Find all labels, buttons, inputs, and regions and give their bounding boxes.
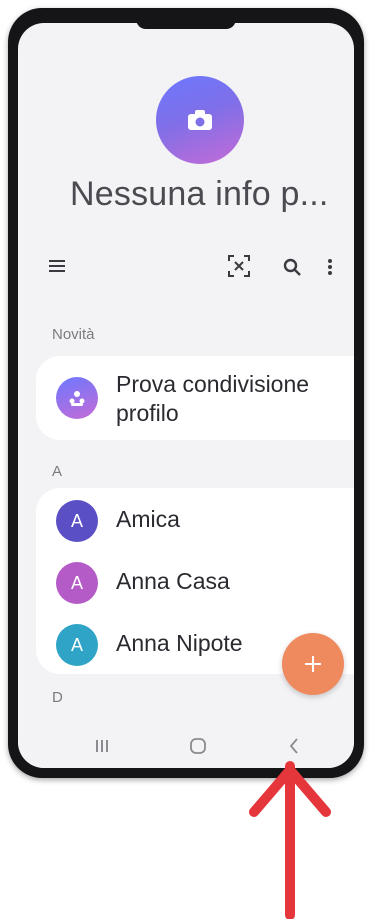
list-item-label: Prova condivisione profilo xyxy=(116,370,309,428)
contact-name: Anna Casa xyxy=(116,568,230,594)
hamburger-icon[interactable] xyxy=(46,255,68,277)
profile-avatar[interactable] xyxy=(156,76,244,164)
contact-avatar: A xyxy=(56,624,98,666)
home-icon[interactable] xyxy=(178,733,218,759)
list-item-label-line2: profilo xyxy=(116,400,179,426)
back-icon[interactable] xyxy=(274,733,314,759)
red-up-arrow-icon xyxy=(249,761,331,919)
add-contact-button[interactable] xyxy=(282,633,344,695)
contact-row[interactable]: A Anna Casa xyxy=(36,550,354,612)
new-items-card: Prova condivisione profilo xyxy=(36,356,354,440)
phone-notch xyxy=(136,23,236,29)
section-label-new: Novità xyxy=(52,326,95,343)
phone-frame: Nessuna info p... Novità Prova condivisi… xyxy=(8,8,364,778)
contact-row[interactable]: A Amica xyxy=(36,488,354,550)
contact-name: Anna Nipote xyxy=(116,630,243,656)
profile-title[interactable]: Nessuna info p... xyxy=(70,175,354,214)
more-vertical-icon[interactable] xyxy=(322,255,338,279)
section-label-d: D xyxy=(52,689,63,706)
list-item-shared-profile[interactable]: Prova condivisione profilo xyxy=(36,356,354,440)
recent-apps-icon[interactable] xyxy=(82,733,122,759)
list-item-label-line1: Prova condivisione xyxy=(116,371,310,397)
contact-avatar: A xyxy=(56,500,98,542)
camera-icon xyxy=(188,110,212,130)
contacts-screen: Nessuna info p... Novità Prova condivisi… xyxy=(18,23,354,768)
search-icon[interactable] xyxy=(280,255,304,279)
contact-name: Amica xyxy=(116,506,180,532)
shared-profile-icon xyxy=(56,377,98,419)
section-label-a: A xyxy=(52,463,63,480)
plus-icon xyxy=(305,656,321,672)
contact-avatar: A xyxy=(56,562,98,604)
qr-scan-icon[interactable] xyxy=(226,253,252,279)
